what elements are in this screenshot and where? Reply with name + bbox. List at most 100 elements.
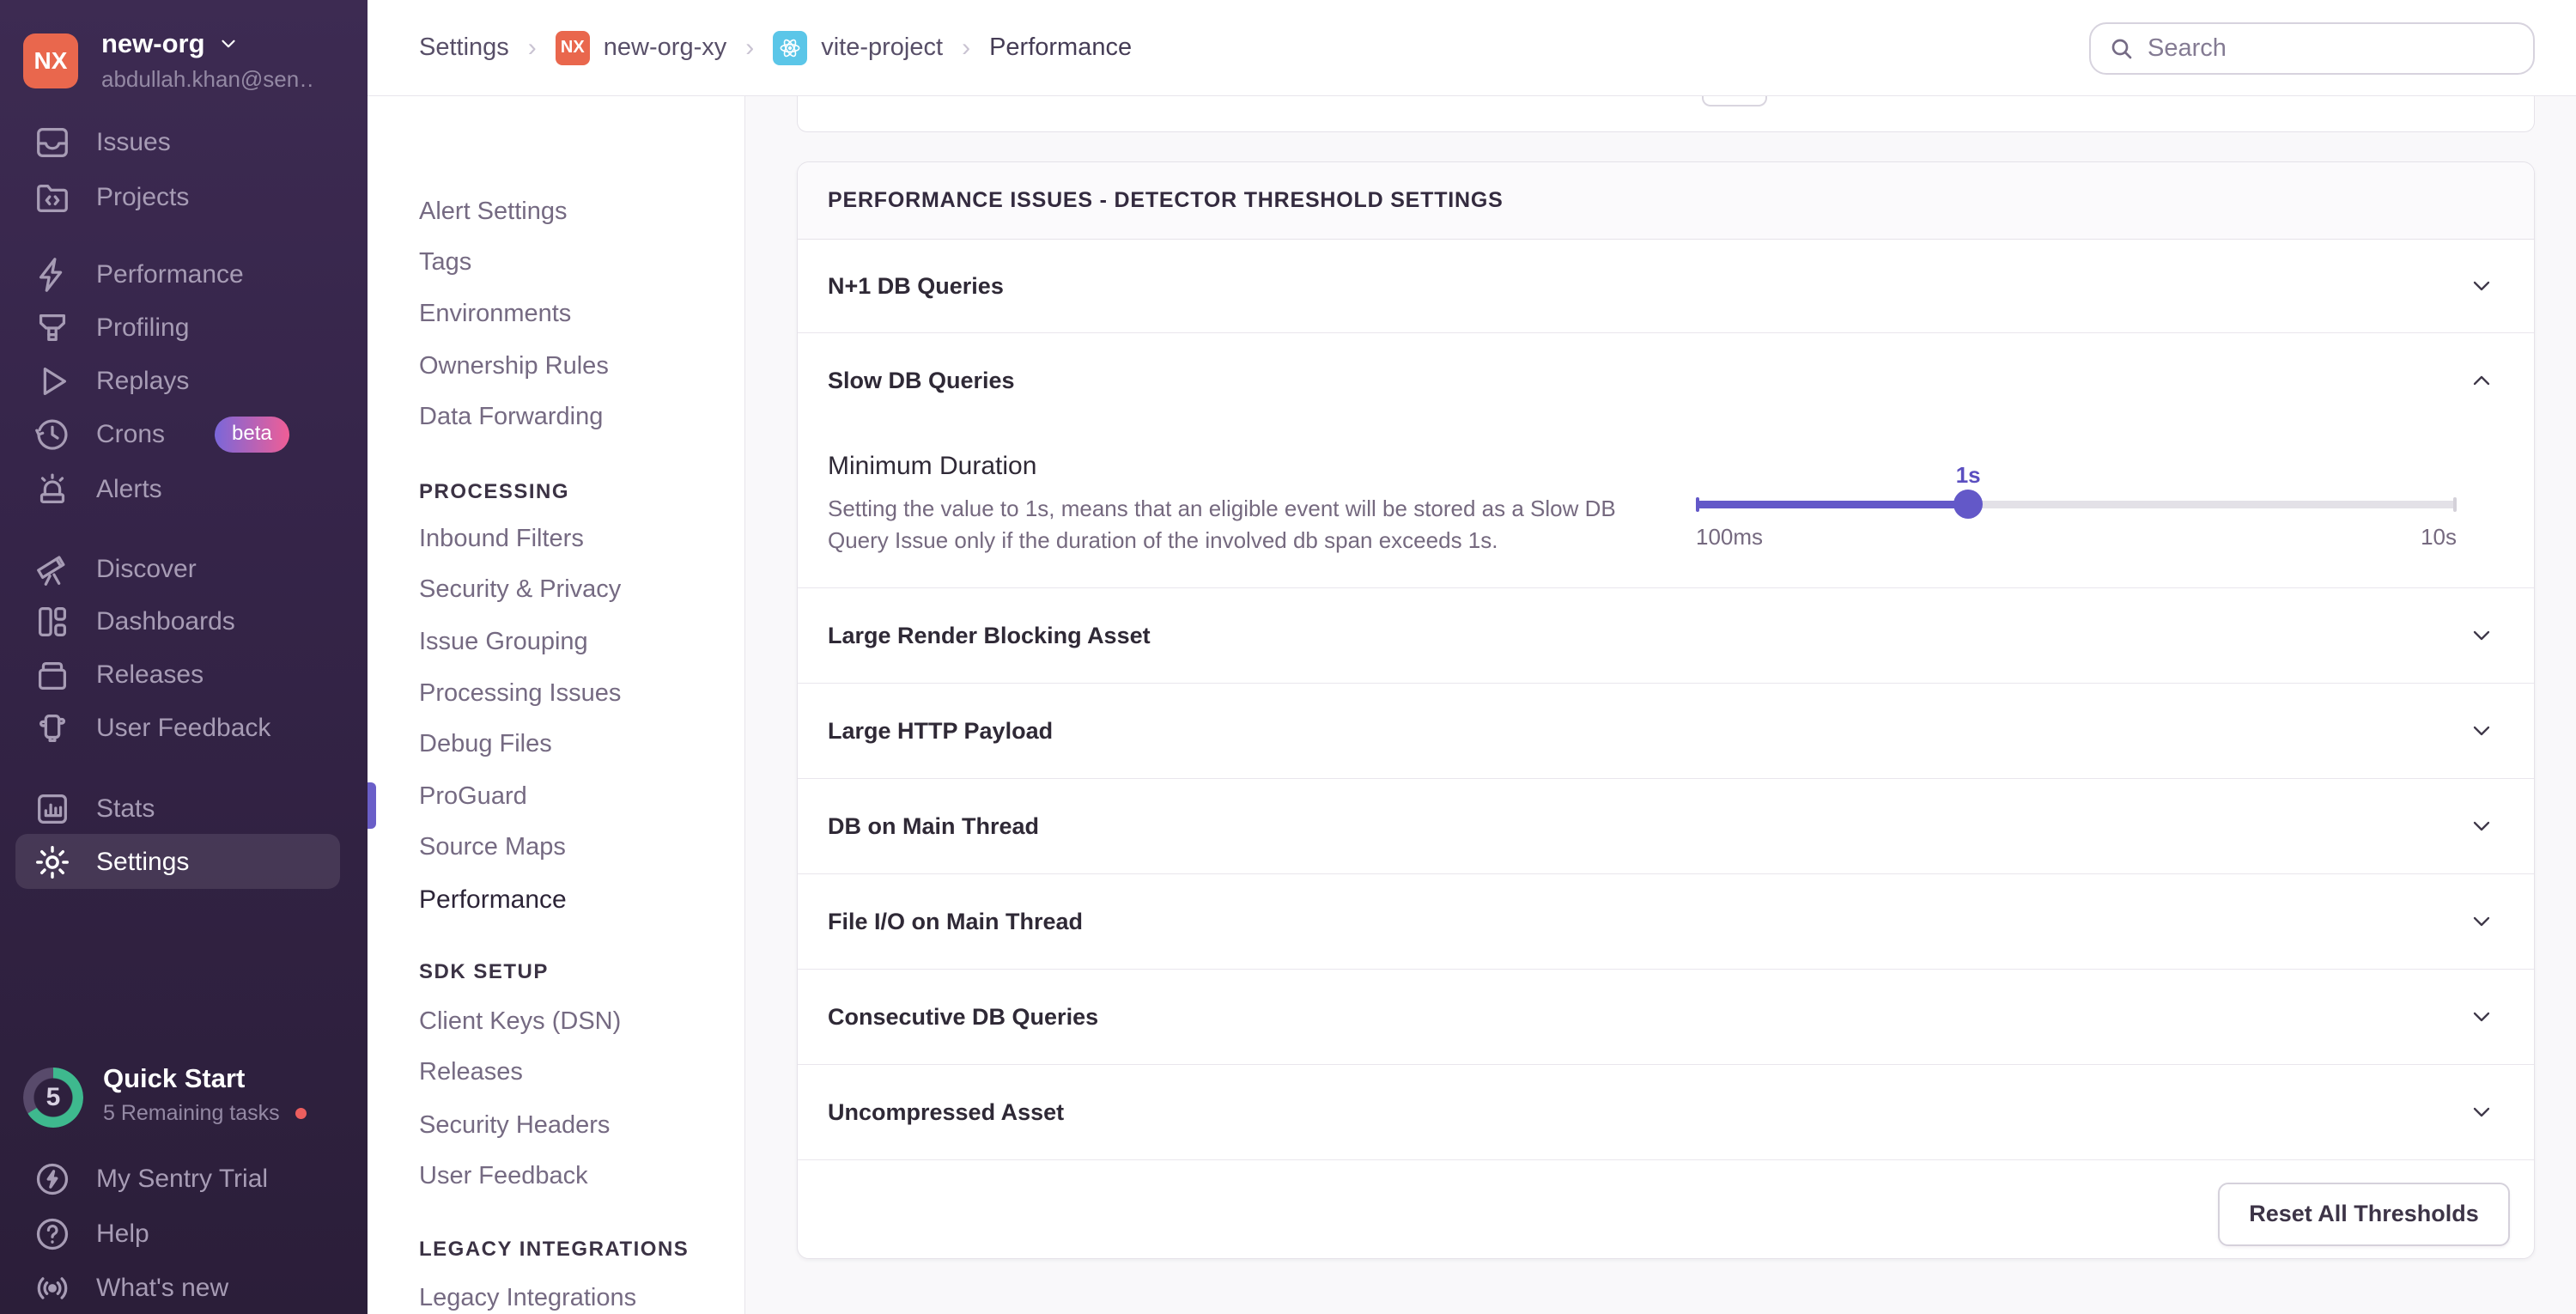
breadcrumb-page: Performance <box>989 33 1133 61</box>
sidebar-item-projects[interactable]: Projects <box>0 171 368 224</box>
sidebar-item-crons[interactable]: Crons beta <box>0 408 368 461</box>
settings-nav-ownership-rules[interactable]: Ownership Rules <box>419 340 609 392</box>
sidebar-item-stats[interactable]: Stats <box>0 782 368 836</box>
dashboard-icon <box>33 602 72 642</box>
sidebar-item-whats-new[interactable]: What's new <box>0 1262 368 1314</box>
search-placeholder: Search <box>2148 34 2227 62</box>
sidebar-item-help[interactable]: Help <box>0 1208 368 1261</box>
sidebar-item-releases[interactable]: Releases <box>0 648 368 702</box>
gear-icon <box>33 843 72 882</box>
quickstart[interactable]: Quick Start 5 Remaining tasks <box>103 1063 307 1126</box>
breadcrumb-settings[interactable]: Settings <box>419 33 509 62</box>
sidebar-item-performance[interactable]: Performance <box>0 248 368 301</box>
chevron-down-icon <box>2473 916 2490 927</box>
chevron-down-icon <box>2473 1107 2490 1117</box>
search-input[interactable]: Search <box>2089 22 2535 75</box>
settings-nav-security-privacy[interactable]: Security & Privacy <box>419 563 621 615</box>
detector-row-file-io-on-main-thread[interactable]: File I/O on Main Thread <box>798 873 2534 969</box>
cutoff-button-fragment <box>1702 96 1767 106</box>
sidebar-item-discover[interactable]: Discover <box>0 543 368 596</box>
breadcrumb-project[interactable]: vite-project <box>773 30 943 65</box>
primary-sidebar: NX new-org abdullah.khan@sen… Issues Pro… <box>0 0 368 1314</box>
lightning-circle-icon <box>33 1159 72 1199</box>
org-avatar: NX <box>23 33 78 88</box>
settings-nav-alert-settings[interactable]: Alert Settings <box>419 186 567 237</box>
settings-nav-header-sdk-setup: SDK SETUP <box>419 960 549 983</box>
clock-icon <box>33 415 72 454</box>
org-switcher[interactable]: NX new-org abdullah.khan@sen… <box>23 28 316 93</box>
settings-nav-client-keys[interactable]: Client Keys (DSN) <box>419 995 621 1047</box>
minimum-duration-slider[interactable]: 1s 100ms 10s <box>1696 428 2457 587</box>
sidebar-item-alerts[interactable]: Alerts <box>0 463 368 516</box>
org-email: abdullah.khan@sen… <box>101 66 316 92</box>
settings-nav-legacy-integrations[interactable]: Legacy Integrations <box>419 1272 636 1314</box>
settings-nav-header-legacy-integrations: LEGACY INTEGRATIONS <box>419 1238 690 1261</box>
sidebar-item-settings[interactable]: Settings <box>0 836 368 889</box>
scrolled-panel-fragment <box>797 96 2535 132</box>
slider-thumb[interactable] <box>1953 490 1984 519</box>
slider-max-label: 10s <box>2421 524 2457 550</box>
question-circle-icon <box>33 1214 72 1254</box>
sidebar-item-replays[interactable]: Replays <box>0 355 368 408</box>
settings-nav-performance[interactable]: Performance <box>419 874 567 926</box>
slider-value-label: 1s <box>1955 462 1981 488</box>
chevron-down-icon <box>2473 281 2490 291</box>
archive-icon <box>33 655 72 695</box>
quickstart-title: Quick Start <box>103 1063 246 1093</box>
settings-subnav: Alert Settings Tags Environments Ownersh… <box>368 96 745 1314</box>
settings-nav-source-maps[interactable]: Source Maps <box>419 821 566 873</box>
detector-row-n-plus-one-db-queries[interactable]: N+1 DB Queries <box>798 240 2534 332</box>
settings-nav-proguard[interactable]: ProGuard <box>419 770 527 822</box>
sidebar-item-dashboards[interactable]: Dashboards <box>0 595 368 648</box>
lightning-icon <box>33 255 72 295</box>
topbar: Settings › NX new-org-xy › vite-project … <box>368 0 2576 96</box>
detector-row-db-on-main-thread[interactable]: DB on Main Thread <box>798 778 2534 873</box>
profiling-icon <box>33 308 72 348</box>
sidebar-item-user-feedback[interactable]: User Feedback <box>0 702 368 755</box>
quickstart-subtitle: 5 Remaining tasks <box>103 1101 280 1125</box>
chevron-down-icon <box>221 40 235 48</box>
breadcrumb-org[interactable]: NX new-org-xy <box>555 30 726 65</box>
settings-nav-header-processing: PROCESSING <box>419 480 570 503</box>
slider-fill <box>1696 501 1969 508</box>
settings-nav-environments[interactable]: Environments <box>419 288 571 339</box>
minimum-duration-label: Minimum Duration <box>828 452 1037 480</box>
chevron-down-icon <box>2473 1012 2490 1022</box>
settings-nav-security-headers[interactable]: Security Headers <box>419 1099 610 1151</box>
sidebar-item-profiling[interactable]: Profiling <box>0 301 368 355</box>
sidebar-item-my-sentry-trial[interactable]: My Sentry Trial <box>0 1153 368 1206</box>
breadcrumb-separator: › <box>527 33 537 62</box>
projects-icon <box>33 178 72 217</box>
react-project-icon <box>773 30 808 65</box>
chevron-down-icon <box>2473 630 2490 641</box>
breadcrumb-separator: › <box>962 33 971 62</box>
broadcast-icon <box>33 1268 72 1308</box>
reset-all-thresholds-button[interactable]: Reset All Thresholds <box>2218 1182 2510 1246</box>
main-content: PERFORMANCE ISSUES - DETECTOR THRESHOLD … <box>745 96 2576 1314</box>
settings-nav-active-indicator <box>368 782 376 829</box>
detector-row-slow-db-queries[interactable]: Slow DB Queries <box>798 332 2534 428</box>
breadcrumb-separator: › <box>745 33 755 62</box>
settings-nav-tags[interactable]: Tags <box>419 236 471 288</box>
minimum-duration-description: Setting the value to 1s, means that an e… <box>828 496 1616 553</box>
settings-nav-releases[interactable]: Releases <box>419 1046 523 1098</box>
beta-badge: beta <box>215 417 289 453</box>
alert-dot <box>295 1108 307 1119</box>
org-badge: NX <box>555 30 590 65</box>
detector-threshold-panel: PERFORMANCE ISSUES - DETECTOR THRESHOLD … <box>797 161 2535 1259</box>
quickstart-count: 5 <box>46 1083 61 1111</box>
slow-db-queries-settings: Minimum Duration Setting the value to 1s… <box>798 428 2534 587</box>
settings-nav-debug-files[interactable]: Debug Files <box>419 718 552 770</box>
chevron-up-icon <box>2473 375 2490 386</box>
settings-nav-user-feedback[interactable]: User Feedback <box>419 1150 588 1201</box>
settings-nav-processing-issues[interactable]: Processing Issues <box>419 667 621 719</box>
detector-row-large-render-blocking-asset[interactable]: Large Render Blocking Asset <box>798 587 2534 683</box>
detector-row-uncompressed-asset[interactable]: Uncompressed Asset <box>798 1064 2534 1159</box>
sidebar-item-issues[interactable]: Issues <box>0 116 368 169</box>
search-icon <box>2111 39 2132 58</box>
settings-nav-issue-grouping[interactable]: Issue Grouping <box>419 616 588 667</box>
detector-row-consecutive-db-queries[interactable]: Consecutive DB Queries <box>798 969 2534 1064</box>
settings-nav-data-forwarding[interactable]: Data Forwarding <box>419 391 603 442</box>
settings-nav-inbound-filters[interactable]: Inbound Filters <box>419 513 584 564</box>
detector-row-large-http-payload[interactable]: Large HTTP Payload <box>798 683 2534 778</box>
